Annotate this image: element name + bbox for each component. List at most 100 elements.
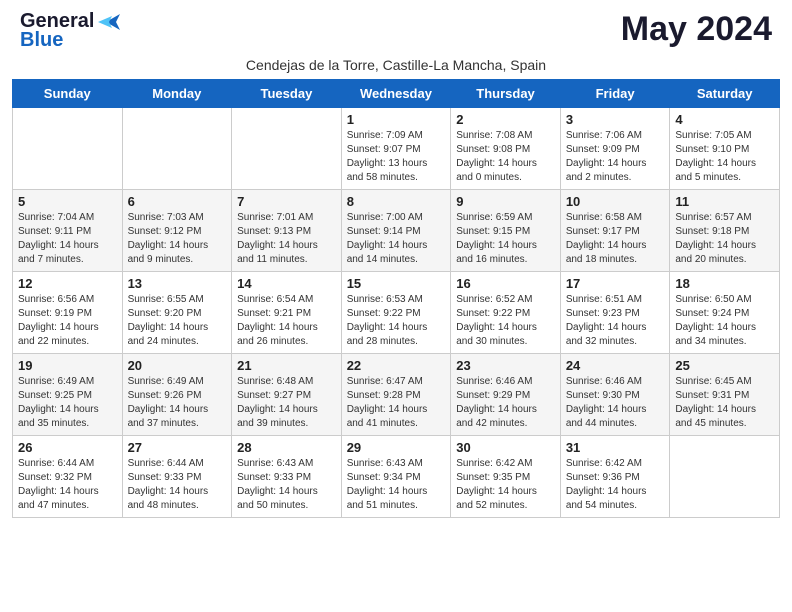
cell-line: Sunrise: 6:54 AM bbox=[237, 293, 336, 307]
cell-line: Sunrise: 6:56 AM bbox=[18, 293, 117, 307]
cell-line: Sunrise: 6:43 AM bbox=[237, 457, 336, 471]
cell-content: Sunrise: 7:05 AMSunset: 9:10 PMDaylight:… bbox=[675, 129, 774, 185]
calendar-week-row: 12Sunrise: 6:56 AMSunset: 9:19 PMDayligh… bbox=[13, 272, 780, 354]
day-number: 17 bbox=[566, 276, 665, 291]
calendar-cell: 30Sunrise: 6:42 AMSunset: 9:35 PMDayligh… bbox=[451, 436, 561, 518]
day-of-week-header: Thursday bbox=[451, 80, 561, 108]
day-number: 25 bbox=[675, 358, 774, 373]
cell-line: Daylight: 14 hours bbox=[347, 321, 446, 335]
cell-content: Sunrise: 6:53 AMSunset: 9:22 PMDaylight:… bbox=[347, 293, 446, 349]
day-number: 6 bbox=[128, 194, 227, 209]
cell-content: Sunrise: 6:48 AMSunset: 9:27 PMDaylight:… bbox=[237, 375, 336, 431]
day-number: 27 bbox=[128, 440, 227, 455]
cell-line: Sunrise: 6:42 AM bbox=[566, 457, 665, 471]
cell-content: Sunrise: 6:57 AMSunset: 9:18 PMDaylight:… bbox=[675, 211, 774, 267]
cell-line: and 5 minutes. bbox=[675, 171, 774, 185]
cell-content: Sunrise: 6:43 AMSunset: 9:34 PMDaylight:… bbox=[347, 457, 446, 513]
cell-line: Sunset: 9:34 PM bbox=[347, 471, 446, 485]
cell-line: Sunrise: 6:44 AM bbox=[18, 457, 117, 471]
cell-line: and 45 minutes. bbox=[675, 417, 774, 431]
calendar-cell: 20Sunrise: 6:49 AMSunset: 9:26 PMDayligh… bbox=[122, 354, 232, 436]
calendar-cell bbox=[232, 108, 342, 190]
logo: General Blue bbox=[20, 10, 120, 52]
calendar-cell: 15Sunrise: 6:53 AMSunset: 9:22 PMDayligh… bbox=[341, 272, 451, 354]
month-title: May 2024 bbox=[621, 10, 772, 49]
cell-line: Daylight: 14 hours bbox=[128, 239, 227, 253]
calendar-cell: 13Sunrise: 6:55 AMSunset: 9:20 PMDayligh… bbox=[122, 272, 232, 354]
cell-content: Sunrise: 6:55 AMSunset: 9:20 PMDaylight:… bbox=[128, 293, 227, 349]
day-number: 18 bbox=[675, 276, 774, 291]
calendar-cell: 10 Sunrise: 6:58 AMSunset: 9:17 PMDayligh… bbox=[560, 190, 670, 272]
calendar-header: SundayMondayTuesdayWednesdayThursdayFrid… bbox=[13, 80, 780, 108]
cell-line: Daylight: 14 hours bbox=[128, 321, 227, 335]
day-number: 1 bbox=[347, 112, 446, 127]
location-text: Cendejas de la Torre, Castille-La Mancha… bbox=[0, 57, 792, 79]
day-number: 4 bbox=[675, 112, 774, 127]
logo-blue-text: Blue bbox=[20, 29, 63, 52]
cell-line: and 41 minutes. bbox=[347, 417, 446, 431]
cell-line: Sunrise: 6:47 AM bbox=[347, 375, 446, 389]
cell-line: Sunset: 9:18 PM bbox=[675, 225, 774, 239]
cell-line: Sunset: 9:21 PM bbox=[237, 307, 336, 321]
cell-line: Daylight: 14 hours bbox=[675, 157, 774, 171]
day-number: 12 bbox=[18, 276, 117, 291]
day-number: 16 bbox=[456, 276, 555, 291]
cell-line: Sunset: 9:26 PM bbox=[128, 389, 227, 403]
day-of-week-header: Sunday bbox=[13, 80, 123, 108]
cell-line: Daylight: 14 hours bbox=[18, 403, 117, 417]
cell-line: Sunset: 9:31 PM bbox=[675, 389, 774, 403]
calendar-cell: 21 Sunrise: 6:48 AMSunset: 9:27 PMDayligh… bbox=[232, 354, 342, 436]
cell-line: and 2 minutes. bbox=[566, 171, 665, 185]
cell-line: Sunrise: 6:46 AM bbox=[456, 375, 555, 389]
cell-content: Sunrise: 6:49 AMSunset: 9:26 PMDaylight:… bbox=[128, 375, 227, 431]
cell-content: Sunrise: 6:51 AMSunset: 9:23 PMDaylight:… bbox=[566, 293, 665, 349]
day-number: 5 bbox=[18, 194, 117, 209]
cell-line: Sunrise: 7:08 AM bbox=[456, 129, 555, 143]
calendar-body: 1Sunrise: 7:09 AMSunset: 9:07 PMDaylight… bbox=[13, 108, 780, 518]
calendar-cell: 24Sunrise: 6:46 AMSunset: 9:30 PMDayligh… bbox=[560, 354, 670, 436]
day-number: 10 bbox=[566, 194, 665, 209]
cell-line: and 35 minutes. bbox=[18, 417, 117, 431]
cell-line: Daylight: 14 hours bbox=[237, 239, 336, 253]
calendar: SundayMondayTuesdayWednesdayThursdayFrid… bbox=[0, 79, 792, 528]
cell-line: Daylight: 14 hours bbox=[237, 321, 336, 335]
cell-line: and 34 minutes. bbox=[675, 335, 774, 349]
cell-line: Sunrise: 6:55 AM bbox=[128, 293, 227, 307]
title-section: May 2024 bbox=[621, 10, 772, 49]
cell-line: Sunset: 9:20 PM bbox=[128, 307, 227, 321]
calendar-cell: 3Sunrise: 7:06 AMSunset: 9:09 PMDaylight… bbox=[560, 108, 670, 190]
cell-line: and 37 minutes. bbox=[128, 417, 227, 431]
cell-line: Sunrise: 7:03 AM bbox=[128, 211, 227, 225]
cell-content: Sunrise: 7:04 AMSunset: 9:11 PMDaylight:… bbox=[18, 211, 117, 267]
days-of-week-row: SundayMondayTuesdayWednesdayThursdayFrid… bbox=[13, 80, 780, 108]
cell-content: Sunrise: 7:01 AMSunset: 9:13 PMDaylight:… bbox=[237, 211, 336, 267]
cell-line: Daylight: 14 hours bbox=[347, 403, 446, 417]
cell-line: and 44 minutes. bbox=[566, 417, 665, 431]
cell-line: Sunset: 9:15 PM bbox=[456, 225, 555, 239]
cell-content: Sunrise: 6:43 AMSunset: 9:33 PMDaylight:… bbox=[237, 457, 336, 513]
day-of-week-header: Wednesday bbox=[341, 80, 451, 108]
cell-content: Sunrise: 6:46 AMSunset: 9:30 PMDaylight:… bbox=[566, 375, 665, 431]
cell-content: Sunrise: 6:58 AMSunset: 9:17 PMDaylight:… bbox=[566, 211, 665, 267]
cell-content: Sunrise: 6:42 AMSunset: 9:35 PMDaylight:… bbox=[456, 457, 555, 513]
calendar-cell: 5 Sunrise: 7:04 AMSunset: 9:11 PMDaylight… bbox=[13, 190, 123, 272]
cell-content: Sunrise: 6:52 AMSunset: 9:22 PMDaylight:… bbox=[456, 293, 555, 349]
cell-line: and 26 minutes. bbox=[237, 335, 336, 349]
cell-line: Daylight: 14 hours bbox=[566, 403, 665, 417]
day-number: 26 bbox=[18, 440, 117, 455]
cell-line: Sunrise: 7:05 AM bbox=[675, 129, 774, 143]
cell-line: and 30 minutes. bbox=[456, 335, 555, 349]
cell-line: and 48 minutes. bbox=[128, 499, 227, 513]
cell-content: Sunrise: 6:54 AMSunset: 9:21 PMDaylight:… bbox=[237, 293, 336, 349]
cell-line: Sunset: 9:07 PM bbox=[347, 143, 446, 157]
cell-line: Daylight: 14 hours bbox=[456, 403, 555, 417]
day-of-week-header: Saturday bbox=[670, 80, 780, 108]
page-header: General Blue May 2024 bbox=[0, 0, 792, 57]
day-number: 21 bbox=[237, 358, 336, 373]
cell-line: Daylight: 14 hours bbox=[566, 239, 665, 253]
cell-line: Sunset: 9:08 PM bbox=[456, 143, 555, 157]
calendar-cell: 11Sunrise: 6:57 AMSunset: 9:18 PMDayligh… bbox=[670, 190, 780, 272]
day-number: 22 bbox=[347, 358, 446, 373]
cell-line: and 42 minutes. bbox=[456, 417, 555, 431]
calendar-cell bbox=[13, 108, 123, 190]
